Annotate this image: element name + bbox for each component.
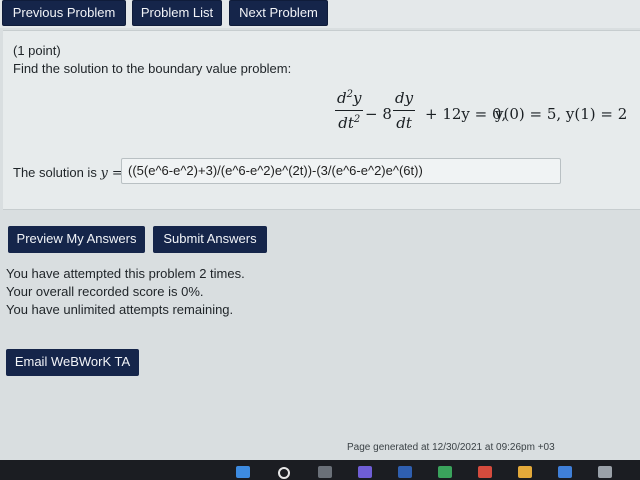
problem-list-button[interactable]: Problem List [132,0,222,26]
search-icon[interactable] [278,467,290,479]
problem-points: (1 point) [13,43,61,58]
answer-input[interactable]: ((5(e^6-e^2)+3)/(e^6-e^2)e^(2t))-(3/(e^6… [121,158,561,184]
second-derivative-fraction: d2y dt2 [335,89,364,132]
score-text: Your overall recorded score is 0%. [6,284,204,299]
solution-label: The solution is y = [13,165,123,181]
app-icon[interactable] [558,466,572,478]
boundary-conditions: y(0) = 5, y(1) = 2 [495,105,628,123]
preview-answers-button[interactable]: Preview My Answers [8,226,145,253]
app-icon[interactable] [438,466,452,478]
app-icon[interactable] [598,466,612,478]
chat-icon[interactable] [358,466,372,478]
next-problem-button[interactable]: Next Problem [229,0,328,26]
remaining-attempts-text: You have unlimited attempts remaining. [6,302,234,317]
app-icon[interactable] [398,466,412,478]
windows-taskbar [0,460,640,480]
page-generated-footer: Page generated at 12/30/2021 at 09:26pm … [347,442,555,453]
first-derivative-fraction: dy dt [393,89,416,132]
submit-answers-button[interactable]: Submit Answers [153,226,267,253]
equation-minus-term: − 8 [365,105,392,123]
previous-problem-button[interactable]: Previous Problem [2,0,126,26]
nav-bar: Previous Problem Problem List Next Probl… [0,0,640,28]
app-icon[interactable] [478,466,492,478]
windows-start-icon[interactable] [236,466,250,478]
problem-prompt: Find the solution to the boundary value … [13,61,292,76]
problem-panel: (1 point) Find the solution to the bound… [3,30,640,210]
task-view-icon[interactable] [318,466,332,478]
email-ta-button[interactable]: Email WeBWorK TA [6,349,139,376]
app-icon[interactable] [518,466,532,478]
attempts-text: You have attempted this problem 2 times. [6,266,245,281]
